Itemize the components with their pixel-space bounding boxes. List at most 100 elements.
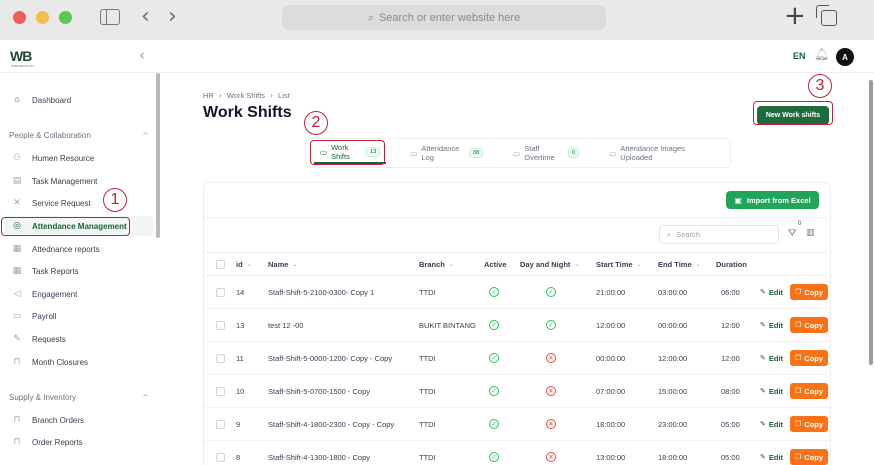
sidebar-item-payroll[interactable]: ▭ Payroll — [4, 306, 154, 326]
row-checkbox-cell[interactable] — [216, 375, 225, 407]
sidebar-item-dashboard[interactable]: ⌂ Dashboard — [4, 90, 154, 110]
edit-link[interactable]: ✎ Edit — [760, 453, 783, 462]
column-header-duration: Duration — [716, 253, 747, 275]
tab-overview-icon[interactable] — [816, 5, 837, 26]
sidebar-item-task-management[interactable]: ▤ Task Management — [4, 171, 154, 191]
edit-link[interactable]: ✎ Edit — [760, 321, 783, 330]
checkbox[interactable] — [216, 419, 225, 429]
language-switcher[interactable]: EN — [793, 51, 806, 61]
logo[interactable]: WB — [10, 48, 32, 64]
highlight-work-shifts-tab — [310, 140, 385, 165]
sidebar-toggle-icon[interactable] — [100, 9, 120, 25]
copy-button[interactable]: ❐ Copy — [790, 416, 829, 432]
checkbox[interactable] — [216, 259, 225, 269]
tab-staff-overtime[interactable]: ▭ Staff Overtime 0 — [507, 142, 585, 164]
sidebar-item-engagement[interactable]: ◁ Engagement — [4, 284, 154, 304]
sidebar-item-order-reports[interactable]: ⊓ Order Reports — [4, 432, 154, 452]
row-checkbox-cell[interactable] — [216, 408, 225, 440]
sidebar-item-task-reports[interactable]: ▦ Task Reports — [4, 261, 154, 281]
edit-button[interactable]: ✎ Edit — [760, 375, 783, 407]
tab-attendance-log[interactable]: ▭ Attendance Log 38 — [404, 142, 489, 164]
column-header-end-time[interactable]: End Time ⌄ — [658, 253, 701, 275]
columns-icon[interactable]: ▥ — [806, 228, 815, 238]
row-checkbox-cell[interactable] — [216, 309, 225, 341]
select-all-checkbox[interactable] — [216, 253, 225, 275]
edit-link[interactable]: ✎ Edit — [760, 420, 783, 429]
checkbox[interactable] — [216, 353, 225, 363]
column-header-branch[interactable]: Branch ⌄ — [419, 253, 454, 275]
copy-button[interactable]: ❐ Copy — [790, 449, 829, 465]
main-scrollbar[interactable] — [869, 80, 873, 365]
sidebar-section-people[interactable]: People & Collaboration ^ — [9, 131, 149, 140]
edit-link[interactable]: ✎ Edit — [760, 387, 783, 396]
sidebar-item-branch-orders[interactable]: ⊓ Branch Orders — [4, 410, 154, 430]
chevron-down-icon: ⌄ — [292, 260, 298, 268]
forward-arrow-icon[interactable]: › — [168, 4, 177, 29]
cell-end-time: 12:00:00 — [658, 353, 688, 363]
checkbox[interactable] — [216, 452, 225, 462]
column-label: Name — [268, 259, 289, 269]
edit-button[interactable]: ✎ Edit — [760, 276, 783, 308]
minimize-window-button[interactable] — [36, 11, 49, 24]
sidebar-section-supply[interactable]: Supply & Inventory ^ — [9, 393, 149, 402]
breadcrumb-work-shifts[interactable]: Work Shifts — [227, 91, 265, 100]
import-from-excel-button[interactable]: ▣ Import from Excel — [726, 191, 819, 209]
back-arrow-icon[interactable]: ‹ — [141, 4, 150, 29]
checkbox[interactable] — [216, 320, 225, 330]
sidebar-item-humen-resource[interactable]: ⚇ Humen Resource — [4, 148, 154, 168]
cell-branch: BUKIT BINTANG — [419, 320, 476, 330]
cell-active: ✓ — [489, 408, 499, 440]
edit-button[interactable]: ✎ Edit — [760, 408, 783, 440]
row-checkbox-cell[interactable] — [216, 276, 225, 308]
copy-button-cell[interactable]: ❐ Copy — [790, 375, 829, 407]
address-bar[interactable]: ⌕ Search or enter website here — [282, 5, 606, 30]
breadcrumb-hr[interactable]: HR — [203, 91, 214, 100]
collapse-sidebar-icon[interactable]: ‹ — [139, 46, 145, 64]
check-circle-icon: ✓ — [489, 452, 499, 462]
checkbox[interactable] — [216, 287, 225, 297]
chevron-down-icon: ⌄ — [636, 260, 642, 268]
sidebar-item-requests[interactable]: ✎ Requests — [4, 329, 154, 349]
edit-link[interactable]: ✎ Edit — [760, 354, 783, 363]
sidebar-item-service-request[interactable]: ✕ Service Request — [4, 193, 154, 213]
copy-button[interactable]: ❐ Copy — [790, 284, 829, 300]
cell-duration: 06:00 — [721, 287, 740, 297]
cell-id: 10 — [236, 386, 245, 396]
excel-icon: ▣ — [734, 195, 742, 205]
copy-button[interactable]: ❐ Copy — [790, 350, 829, 366]
sidebar-item-label: Engagement — [32, 289, 78, 299]
sidebar-item-attendance-reports[interactable]: ▦ Attednance reports — [4, 239, 154, 259]
edit-label: Edit — [768, 287, 784, 297]
cell-duration: 12:00 — [721, 353, 740, 363]
new-tab-icon[interactable]: + — [784, 1, 806, 31]
cell-start-time: 07:00:00 — [596, 386, 626, 396]
checkbox[interactable] — [216, 386, 225, 396]
column-header-day-night[interactable]: Day and Night ⌄ — [520, 253, 579, 275]
edit-button[interactable]: ✎ Edit — [760, 441, 783, 465]
close-window-button[interactable] — [13, 11, 26, 24]
pen-icon: ✎ — [13, 334, 21, 344]
column-header-id[interactable]: id ⌄ — [236, 253, 252, 275]
search-input[interactable]: ⌕ Search — [659, 225, 779, 244]
notification-bell-icon[interactable]: 🔔︎ — [814, 47, 829, 61]
row-checkbox-cell[interactable] — [216, 441, 225, 465]
tab-attendance-images[interactable]: ▭ Attendance Images Uploaded — [603, 142, 712, 164]
copy-button-cell[interactable]: ❐ Copy — [790, 408, 829, 440]
edit-link[interactable]: ✎ Edit — [760, 288, 783, 297]
column-header-name[interactable]: Name ⌄ — [268, 253, 297, 275]
sidebar-item-month-closures[interactable]: ⊓ Month Closures — [4, 352, 154, 372]
copy-button-cell[interactable]: ❐ Copy — [790, 309, 829, 341]
filter-icon[interactable]: ⛛ — [788, 228, 796, 239]
copy-button[interactable]: ❐ Copy — [790, 317, 829, 333]
edit-button[interactable]: ✎ Edit — [760, 309, 783, 341]
column-header-start-time[interactable]: Start Time ⌄ — [596, 253, 642, 275]
row-checkbox-cell[interactable] — [216, 342, 225, 374]
edit-button[interactable]: ✎ Edit — [760, 342, 783, 374]
maximize-window-button[interactable] — [59, 11, 72, 24]
copy-button-cell[interactable]: ❐ Copy — [790, 342, 829, 374]
avatar[interactable]: A — [836, 48, 854, 66]
copy-button-cell[interactable]: ❐ Copy — [790, 441, 829, 465]
cell-active: ✓ — [489, 375, 499, 407]
copy-button-cell[interactable]: ❐ Copy — [790, 276, 829, 308]
copy-button[interactable]: ❐ Copy — [790, 383, 829, 399]
